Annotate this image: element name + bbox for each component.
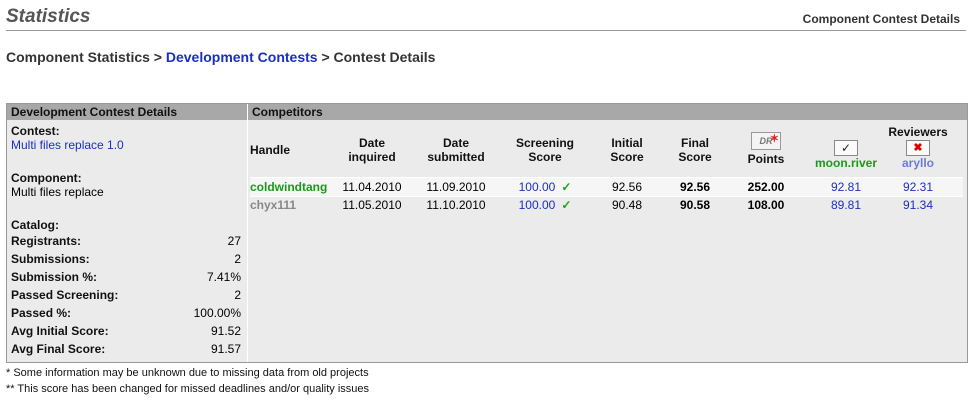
stat-value: 91.57 <box>210 342 241 356</box>
screening-score: 100.00 ✓ <box>506 196 584 214</box>
breadcrumb-item-contest-details: > Contest Details <box>321 49 436 65</box>
stat-value: 2 <box>234 252 241 266</box>
component-value: Multi files replace <box>11 185 104 199</box>
competitors-header: Competitors <box>248 104 967 120</box>
contest-details-panel: Development Contest Details Contest: Mul… <box>7 104 248 362</box>
title-divider <box>6 30 966 31</box>
stat-passed-screening: Passed Screening: 2 <box>11 287 241 304</box>
stat-avg-initial-score: Avg Initial Score: 91.52 <box>11 323 241 340</box>
check-icon: ✓ <box>561 198 572 212</box>
points: 108.00 <box>747 198 785 212</box>
footnote-unknown-info: * Some information may be unknown due to… <box>6 367 369 379</box>
stat-label: Passed %: <box>11 306 72 320</box>
col-points: DR ✶ Points <box>747 132 785 166</box>
stat-label: Passed Screening: <box>11 288 119 302</box>
final-score: 90.58 <box>679 198 711 212</box>
contest-label: Contest: <box>11 124 60 138</box>
stat-label: Registrants: <box>11 234 82 248</box>
review-score-link[interactable]: 92.81 <box>808 178 884 196</box>
stat-label: Submissions: <box>11 252 90 266</box>
dr-icon: DR ✶ <box>751 132 781 150</box>
date-inquired: 11.04.2010 <box>342 180 402 194</box>
stat-passed-percent: Passed %: 100.00% <box>11 305 241 322</box>
reviewer-failed-icon[interactable]: ✖ <box>906 140 930 156</box>
points: 252.00 <box>747 180 785 194</box>
contest-link[interactable]: Multi files replace 1.0 <box>11 138 124 152</box>
footnote-changed-score: ** This score has been changed for misse… <box>6 383 370 395</box>
col-initial-score: Initial Score <box>610 136 644 164</box>
check-icon: ✓ <box>561 180 572 194</box>
stat-value: 100.00% <box>193 306 241 320</box>
col-date-submitted: Date submitted <box>427 136 485 164</box>
initial-score: 92.56 <box>611 180 643 194</box>
stat-avg-final-score: Avg Final Score: 91.57 <box>11 341 241 358</box>
review-score-link[interactable]: 89.81 <box>808 196 884 214</box>
date-submitted: 11.10.2010 <box>426 198 486 212</box>
contest-panel: Development Contest Details Contest: Mul… <box>6 103 968 363</box>
stat-submissions: Submissions: 2 <box>11 251 241 268</box>
stat-label: Avg Final Score: <box>11 342 106 356</box>
table-row: chyx111 11.05.2010 11.10.2010 100.00 ✓ 90… <box>250 196 963 214</box>
review-score-link[interactable]: 92.31 <box>880 178 956 196</box>
stat-label: Avg Initial Score: <box>11 324 109 338</box>
date-inquired: 11.05.2010 <box>342 198 402 212</box>
page-subtitle: Component Contest Details <box>802 12 960 26</box>
breadcrumb-link-development-contests[interactable]: Development Contests <box>166 49 318 65</box>
reviewer-name[interactable]: moon.river <box>808 156 884 170</box>
breadcrumb-item-component-statistics: Component Statistics > <box>6 49 162 65</box>
catalog-label: Catalog: <box>11 218 59 232</box>
stat-value: 2 <box>234 288 241 302</box>
stat-submission-percent: Submission %: 7.41% <box>11 269 241 286</box>
stat-label: Submission %: <box>11 270 98 284</box>
reviewer-name[interactable]: aryllo <box>880 156 956 170</box>
col-handle: Handle <box>250 143 291 157</box>
stat-value: 7.41% <box>206 270 241 284</box>
stat-value: 91.52 <box>210 324 241 338</box>
table-row: coldwindtang 11.04.2010 11.09.2010 100.0… <box>250 177 963 197</box>
reviewer-aryllo[interactable]: ✖ aryllo <box>880 140 956 170</box>
reviewer-moon-river[interactable]: ✓ moon.river <box>808 140 884 170</box>
screening-score-link[interactable]: 100.00 <box>519 180 556 194</box>
competitor-handle-link[interactable]: coldwindtang <box>250 178 327 196</box>
component-label: Component: <box>11 171 82 185</box>
stat-registrants: Registrants: 27 <box>11 233 241 250</box>
date-submitted: 11.09.2010 <box>426 180 486 194</box>
review-score-link[interactable]: 91.34 <box>880 196 956 214</box>
col-date-inquired: Date inquired <box>348 136 396 164</box>
initial-score: 90.48 <box>611 198 643 212</box>
page-title: Statistics <box>6 6 91 27</box>
col-screening-score: Screening Score <box>515 136 575 164</box>
final-score: 92.56 <box>679 180 711 194</box>
screening-score-link[interactable]: 100.00 <box>519 198 556 212</box>
breadcrumb: Component Statistics > Development Conte… <box>6 49 435 65</box>
contest-details-header: Development Contest Details <box>7 104 247 120</box>
stat-value: 27 <box>227 234 241 248</box>
competitor-handle-link[interactable]: chyx111 <box>250 196 296 214</box>
reviewers-header: Reviewers <box>888 125 948 139</box>
review-scorecard-icon[interactable]: ✓ <box>834 140 858 156</box>
competitors-panel: Competitors Handle Date inquired Date subm… <box>248 104 967 362</box>
screening-score: 100.00 ✓ <box>506 178 584 196</box>
col-final-score: Final Score <box>678 136 712 164</box>
